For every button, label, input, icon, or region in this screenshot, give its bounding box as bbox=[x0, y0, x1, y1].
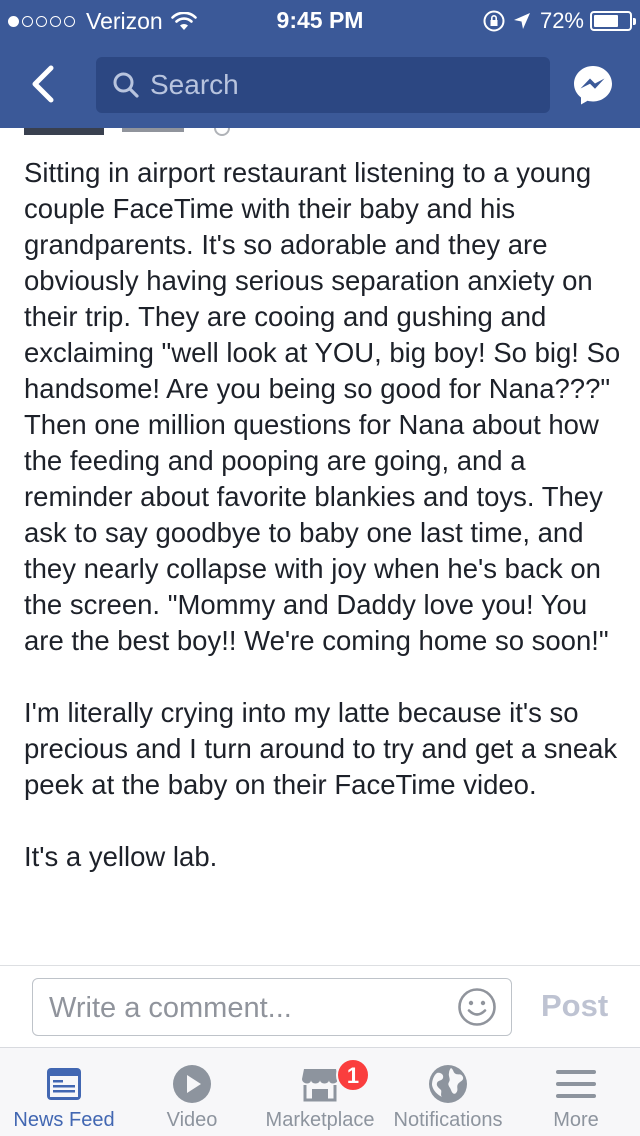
video-play-icon bbox=[173, 1065, 211, 1103]
orientation-lock-icon bbox=[483, 10, 505, 32]
hamburger-menu-icon bbox=[556, 1070, 596, 1098]
battery-percent: 72% bbox=[539, 8, 584, 33]
smiley-icon bbox=[458, 988, 496, 1026]
marketplace-icon bbox=[302, 1069, 338, 1102]
notification-badge: 1 bbox=[336, 1058, 370, 1092]
chevron-left-icon bbox=[32, 65, 54, 103]
messenger-button[interactable] bbox=[572, 64, 614, 106]
privacy-globe-icon bbox=[214, 128, 230, 136]
back-button[interactable] bbox=[22, 62, 66, 106]
news-feed-icon bbox=[47, 1068, 81, 1100]
search-input[interactable] bbox=[150, 69, 530, 101]
top-nav-bar bbox=[0, 40, 640, 128]
divider bbox=[0, 965, 640, 966]
tab-marketplace[interactable]: 1 Marketplace bbox=[256, 1048, 384, 1136]
post-paragraph: It's a yellow lab. bbox=[24, 841, 218, 872]
tab-label: Notifications bbox=[393, 1109, 503, 1131]
status-right: 72% bbox=[482, 8, 636, 34]
search-bar[interactable] bbox=[96, 57, 550, 113]
tab-notifications[interactable]: Notifications bbox=[384, 1048, 512, 1136]
bottom-tab-bar: News Feed Video 1 Marketplace Notificati… bbox=[0, 1047, 640, 1136]
profile-thumbnail bbox=[24, 128, 104, 135]
tab-more[interactable]: More bbox=[512, 1048, 640, 1136]
search-icon bbox=[113, 72, 139, 98]
tab-label: More bbox=[553, 1109, 599, 1131]
tab-label: News Feed bbox=[13, 1109, 115, 1131]
tab-video[interactable]: Video bbox=[128, 1048, 256, 1136]
post-paragraph: I'm literally crying into my latte becau… bbox=[24, 697, 618, 800]
status-bar: Verizon 9:45 PM 72% bbox=[0, 0, 640, 40]
battery-level bbox=[594, 15, 619, 27]
tab-label: Marketplace bbox=[265, 1109, 375, 1131]
globe-icon bbox=[429, 1065, 467, 1103]
battery-icon bbox=[590, 11, 636, 31]
location-arrow-icon bbox=[513, 13, 530, 29]
post-comment-button[interactable]: Post bbox=[541, 988, 608, 1024]
messenger-icon bbox=[574, 66, 612, 105]
tab-news-feed[interactable]: News Feed bbox=[0, 1048, 128, 1136]
comment-input[interactable] bbox=[49, 989, 449, 1027]
post-header-partial bbox=[0, 128, 640, 140]
comment-box[interactable] bbox=[32, 978, 512, 1036]
post-timestamp-partial bbox=[122, 128, 184, 132]
emoji-button[interactable] bbox=[457, 987, 497, 1027]
tab-label: Video bbox=[166, 1109, 218, 1131]
post-text: Sitting in airport restaurant listening … bbox=[24, 155, 624, 875]
post-paragraph: Sitting in airport restaurant listening … bbox=[24, 157, 621, 656]
